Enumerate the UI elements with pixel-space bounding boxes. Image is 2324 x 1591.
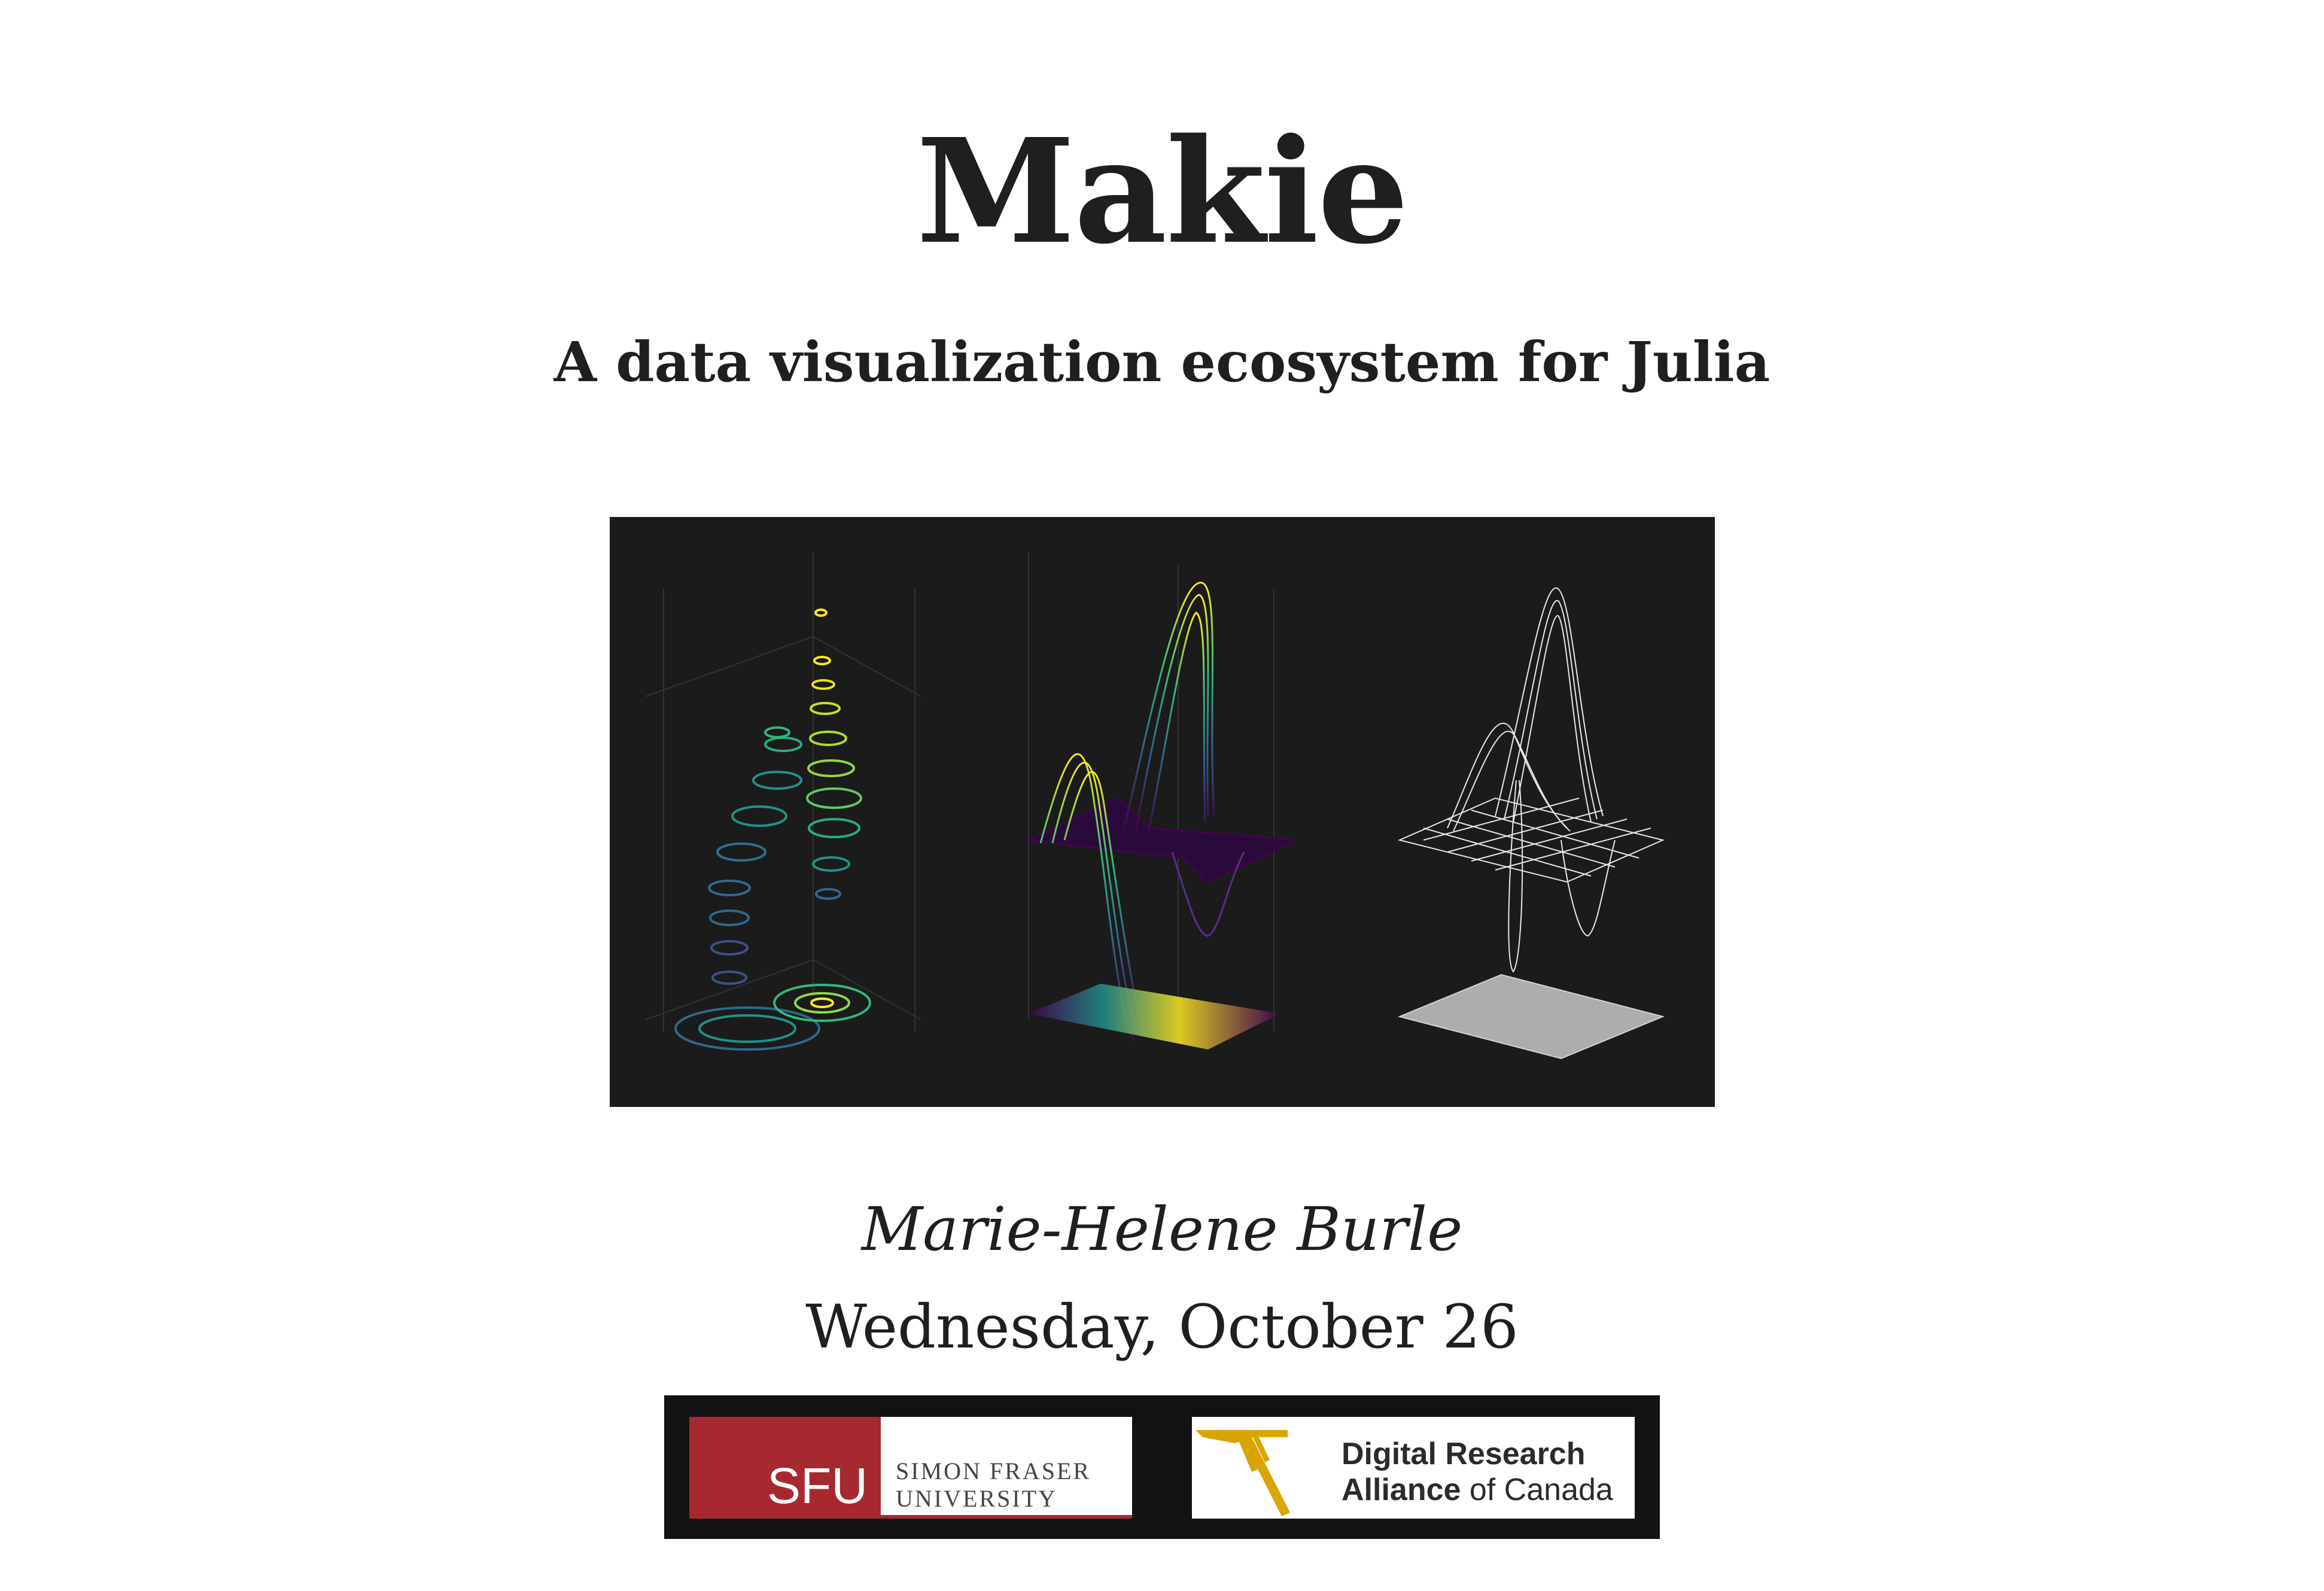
surface-lines <box>1025 582 1301 1049</box>
sfu-logo: SFU SIMON FRASER UNIVERSITY <box>689 1417 1132 1519</box>
sfu-name: SIMON FRASER UNIVERSITY <box>896 1458 1123 1513</box>
presentation-date: Wednesday, October 26 <box>805 1292 1519 1362</box>
wireframe-panel <box>1397 587 1665 1060</box>
sfu-red-block: SFU <box>689 1417 881 1519</box>
slide-title: Makie <box>916 107 1409 276</box>
sfu-abbr: SFU <box>767 1458 868 1514</box>
makie-3d-plots-image <box>610 517 1715 1107</box>
alliance-line2-bold: Alliance <box>1342 1473 1461 1507</box>
alliance-line2-rest: of Canada <box>1461 1473 1613 1507</box>
alliance-name: Digital Research Alliance of Canada <box>1342 1436 1629 1508</box>
surface-lines-panel <box>1028 553 1274 1032</box>
alliance-line1: Digital Research <box>1342 1437 1586 1471</box>
sfu-name-line2: UNIVERSITY <box>896 1485 1057 1512</box>
sponsor-logos-bar: SFU SIMON FRASER UNIVERSITY Digital Rese… <box>664 1395 1660 1539</box>
alliance-mark-icon <box>1196 1430 1290 1516</box>
sfu-name-line1: SIMON FRASER <box>896 1458 1091 1484</box>
slide-subtitle: A data visualization ecosystem for Julia <box>553 330 1771 394</box>
sfu-underline <box>689 1515 1132 1519</box>
author-name: Marie-Helene Burle <box>861 1194 1463 1264</box>
contour-3d-panel <box>645 553 921 1032</box>
alliance-logo: Digital Research Alliance of Canada <box>1192 1417 1635 1519</box>
